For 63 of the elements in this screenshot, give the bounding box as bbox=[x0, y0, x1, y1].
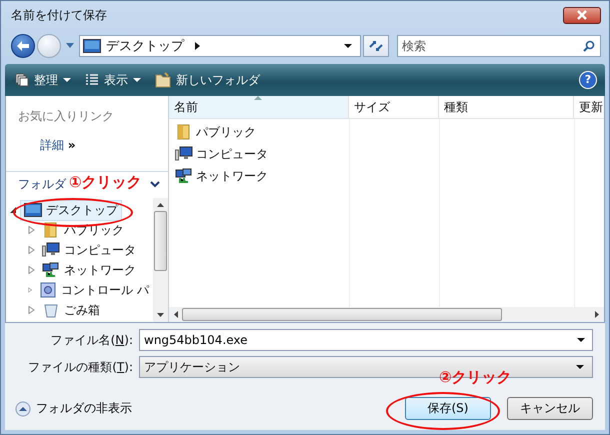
folder-tree-item[interactable]: ごみ箱 bbox=[38, 300, 104, 320]
desktop-icon bbox=[83, 39, 101, 53]
column-header[interactable]: 名前 bbox=[169, 96, 349, 118]
dropdown-arrow-icon[interactable] bbox=[344, 44, 352, 48]
caret-icon bbox=[63, 78, 71, 82]
file-list-item[interactable]: コンピュータ bbox=[169, 143, 325, 165]
dropdown-arrow-icon[interactable] bbox=[577, 338, 585, 343]
new-folder-icon bbox=[155, 72, 171, 88]
scroll-up-icon[interactable] bbox=[157, 203, 164, 207]
more-link[interactable]: 詳細 » bbox=[40, 137, 76, 154]
column-header[interactable]: 種類 bbox=[439, 96, 574, 118]
column-header[interactable]: サイズ bbox=[349, 96, 439, 118]
expander-icon[interactable] bbox=[10, 206, 17, 214]
save-button[interactable]: 保存(S) bbox=[405, 397, 491, 420]
network-icon bbox=[42, 262, 60, 278]
control-panel-icon bbox=[39, 282, 58, 298]
refresh-button[interactable] bbox=[363, 35, 389, 57]
file-type-label: ファイルの種類(T): bbox=[27, 358, 133, 376]
network-icon bbox=[175, 168, 193, 184]
file-list-item[interactable]: ネットワーク bbox=[169, 165, 325, 187]
folders-heading[interactable]: フォルダ bbox=[18, 176, 66, 192]
close-button[interactable] bbox=[563, 6, 601, 24]
scroll-left-icon[interactable] bbox=[174, 311, 178, 318]
vertical-scrollbar[interactable] bbox=[153, 198, 168, 322]
back-arrow-icon bbox=[16, 40, 30, 52]
cancel-button[interactable]: キャンセル bbox=[507, 397, 593, 420]
search-icon[interactable] bbox=[583, 40, 595, 52]
caret-icon bbox=[133, 78, 141, 82]
list-view-icon bbox=[85, 73, 99, 87]
file-list-item[interactable]: パブリック bbox=[169, 121, 325, 143]
horizontal-scrollbar[interactable] bbox=[169, 307, 604, 322]
stacked-pages-icon bbox=[15, 73, 29, 87]
computer-icon bbox=[42, 242, 60, 258]
history-dropdown-icon[interactable] bbox=[66, 43, 74, 49]
folder-tree-item[interactable]: デスクトップ bbox=[20, 200, 122, 220]
file-name-label: ファイル名(N): bbox=[50, 332, 133, 348]
search-field[interactable]: 検索 bbox=[397, 35, 601, 57]
window-title: 名前を付けて保存 bbox=[11, 6, 108, 24]
desktop-icon bbox=[24, 202, 42, 218]
scroll-right-icon[interactable] bbox=[595, 311, 599, 318]
refresh-icon bbox=[368, 39, 384, 53]
computer-icon bbox=[175, 146, 193, 162]
toolbar-button[interactable]: 整理 bbox=[13, 70, 73, 90]
hide-folders-button[interactable]: フォルダの非表示 bbox=[15, 400, 132, 417]
help-button[interactable]: ? bbox=[579, 71, 597, 89]
folder-tree-item[interactable]: ネットワーク bbox=[38, 260, 140, 280]
chevron-down-icon[interactable] bbox=[150, 180, 160, 188]
folder-tree-item[interactable]: コントロール パ bbox=[35, 280, 153, 300]
annotation-text: ①クリック bbox=[69, 173, 142, 192]
file-name-field[interactable]: wng54bb104.exe bbox=[139, 329, 593, 351]
favorite-links-heading: お気に入りリンク bbox=[18, 108, 115, 125]
close-icon bbox=[575, 10, 589, 20]
dropdown-arrow-icon bbox=[576, 364, 584, 370]
folder-tree-item[interactable]: コンピュータ bbox=[38, 240, 140, 260]
scroll-down-icon[interactable] bbox=[157, 313, 164, 317]
address-bar[interactable]: デスクトップ bbox=[79, 35, 361, 57]
trash-icon bbox=[42, 302, 60, 318]
column-header[interactable]: 更新 bbox=[574, 96, 604, 118]
back-button[interactable] bbox=[11, 34, 35, 58]
sort-arrow-icon bbox=[254, 96, 262, 100]
toolbar-button[interactable]: 表示 bbox=[83, 70, 143, 90]
breadcrumb-arrow-icon bbox=[195, 42, 201, 50]
toolbar-button[interactable]: 新しいフォルダ bbox=[153, 70, 262, 90]
